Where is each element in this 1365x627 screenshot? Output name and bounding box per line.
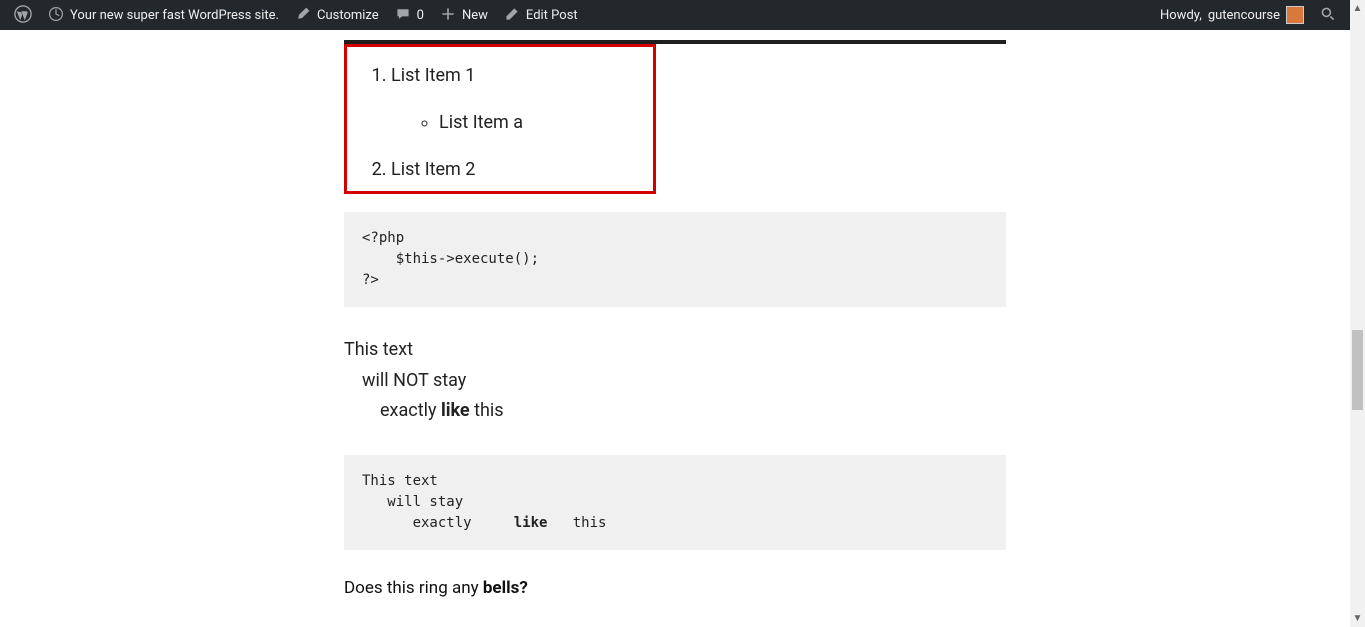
php-code-block: <?php $this->execute(); ?> — [344, 212, 1006, 307]
dashboard-icon — [48, 6, 64, 25]
nested-unordered-list: List Item a — [391, 112, 633, 133]
new-link[interactable]: New — [432, 0, 496, 30]
site-name-link[interactable]: Your new super fast WordPress site. — [40, 0, 287, 30]
plus-icon — [440, 6, 456, 25]
list-item: List Item 1 List Item a — [391, 65, 633, 133]
varied-line-3-post: this — [470, 400, 504, 421]
varied-line-1: This text — [344, 335, 1006, 366]
varied-text-block: This text will NOT stay exactly like thi… — [344, 335, 1006, 427]
new-label: New — [462, 8, 488, 23]
varied-line-3: exactly like this — [344, 396, 1006, 427]
avatar — [1286, 6, 1304, 24]
wp-admin-bar: Your new super fast WordPress site. Cust… — [0, 0, 1350, 30]
pencil-icon — [504, 6, 520, 25]
comments-count: 0 — [417, 8, 424, 23]
howdy-account[interactable]: Howdy, gutencourse — [1152, 0, 1312, 30]
wp-logo[interactable] — [6, 0, 40, 30]
wordpress-logo-icon — [14, 5, 32, 26]
pre-after: this — [547, 515, 606, 531]
comment-icon — [395, 6, 411, 25]
pre-bold: like — [514, 515, 548, 531]
howdy-username: gutencourse — [1208, 8, 1280, 23]
customize-link[interactable]: Customize — [287, 0, 387, 30]
list-item: List Item 2 — [391, 159, 633, 180]
vertical-scrollbar[interactable]: ▲ ▼ — [1350, 0, 1365, 627]
varied-line-2: will NOT stay — [344, 366, 1006, 397]
customize-label: Customize — [317, 8, 379, 23]
edit-post-link[interactable]: Edit Post — [496, 0, 586, 30]
list-item: List Item a — [439, 112, 633, 133]
howdy-prefix: Howdy, — [1160, 8, 1202, 23]
search-toggle[interactable] — [1312, 0, 1344, 30]
list-item-label: List Item a — [439, 112, 523, 133]
list-item-label: List Item 2 — [391, 159, 475, 180]
highlighted-list-box: List Item 1 List Item a List Item 2 — [344, 44, 656, 194]
varied-line-3-bold: like — [441, 400, 470, 421]
bells-pre: Does this ring any — [344, 578, 483, 598]
pre-before: This text will stay exactly — [362, 473, 514, 531]
scroll-down-button[interactable]: ▼ — [1350, 610, 1365, 627]
ordered-list: List Item 1 List Item a List Item 2 — [367, 65, 633, 180]
bells-text: Does this ring any bells? — [344, 578, 1006, 598]
edit-post-label: Edit Post — [526, 8, 578, 23]
scroll-up-button[interactable]: ▲ — [1350, 0, 1365, 17]
list-item-label: List Item 1 — [391, 65, 475, 86]
scroll-thumb[interactable] — [1352, 330, 1363, 410]
preformatted-block: This text will stay exactly like this — [344, 455, 1006, 550]
brush-icon — [295, 6, 311, 25]
site-name-text: Your new super fast WordPress site. — [70, 8, 279, 23]
comments-link[interactable]: 0 — [387, 0, 432, 30]
page-content: List Item 1 List Item a List Item 2 <?ph… — [0, 30, 1350, 598]
bells-bold: bells? — [483, 578, 528, 598]
varied-line-3-pre: exactly — [380, 400, 441, 421]
search-icon — [1320, 6, 1336, 25]
